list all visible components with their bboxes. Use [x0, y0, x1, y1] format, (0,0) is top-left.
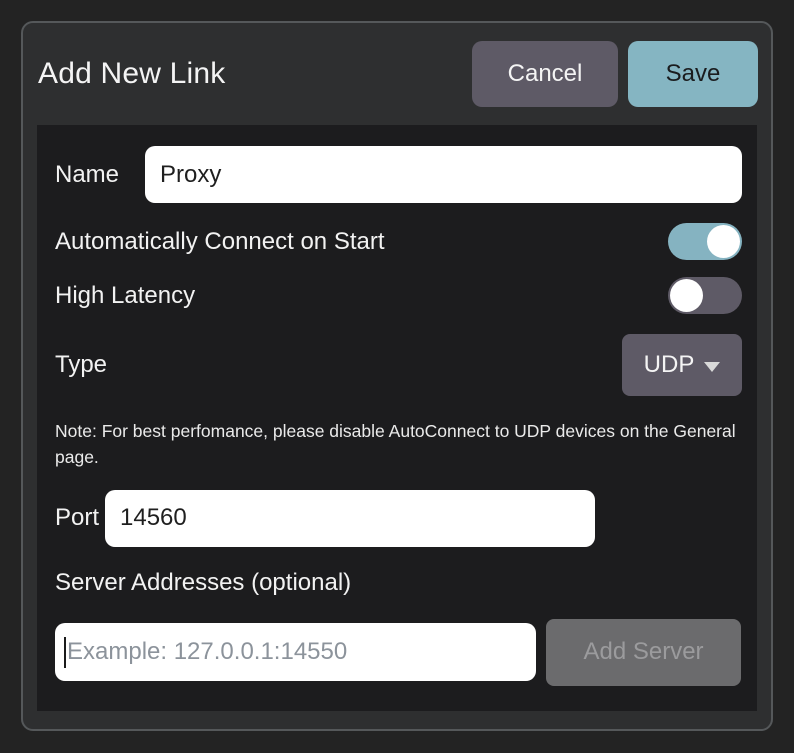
- add-server-button[interactable]: Add Server: [546, 619, 741, 686]
- name-row: Name: [55, 146, 742, 203]
- high-latency-row: High Latency: [55, 277, 742, 314]
- server-address-input[interactable]: [55, 623, 536, 681]
- high-latency-label: High Latency: [55, 282, 195, 310]
- type-label: Type: [55, 351, 107, 379]
- type-dropdown[interactable]: UDP: [622, 334, 742, 396]
- add-link-dialog: Add New Link Cancel Save Name Automatica…: [21, 21, 773, 731]
- type-dropdown-value: UDP: [644, 351, 695, 379]
- text-cursor: [64, 637, 66, 668]
- auto-connect-toggle[interactable]: [668, 223, 742, 260]
- server-address-row: Add Server: [55, 619, 742, 686]
- type-row: Type UDP: [55, 334, 742, 396]
- link-settings-panel: Name Automatically Connect on Start High…: [37, 125, 757, 711]
- server-address-input-wrap: [55, 623, 536, 681]
- toggle-knob: [670, 279, 703, 312]
- name-input[interactable]: [145, 146, 742, 203]
- dialog-title: Add New Link: [38, 57, 472, 91]
- server-addresses-label: Server Addresses (optional): [55, 569, 742, 597]
- port-input[interactable]: [105, 490, 595, 547]
- port-row: Port: [55, 490, 742, 547]
- cancel-button[interactable]: Cancel: [472, 41, 618, 107]
- dialog-header: Add New Link Cancel Save: [23, 23, 771, 107]
- save-button[interactable]: Save: [628, 41, 758, 107]
- chevron-down-icon: [704, 362, 720, 372]
- auto-connect-row: Automatically Connect on Start: [55, 223, 742, 260]
- high-latency-toggle[interactable]: [668, 277, 742, 314]
- toggle-knob: [707, 225, 740, 258]
- udp-performance-note: Note: For best perfomance, please disabl…: [55, 418, 742, 471]
- name-label: Name: [55, 161, 145, 189]
- auto-connect-label: Automatically Connect on Start: [55, 228, 385, 256]
- port-label: Port: [55, 504, 105, 532]
